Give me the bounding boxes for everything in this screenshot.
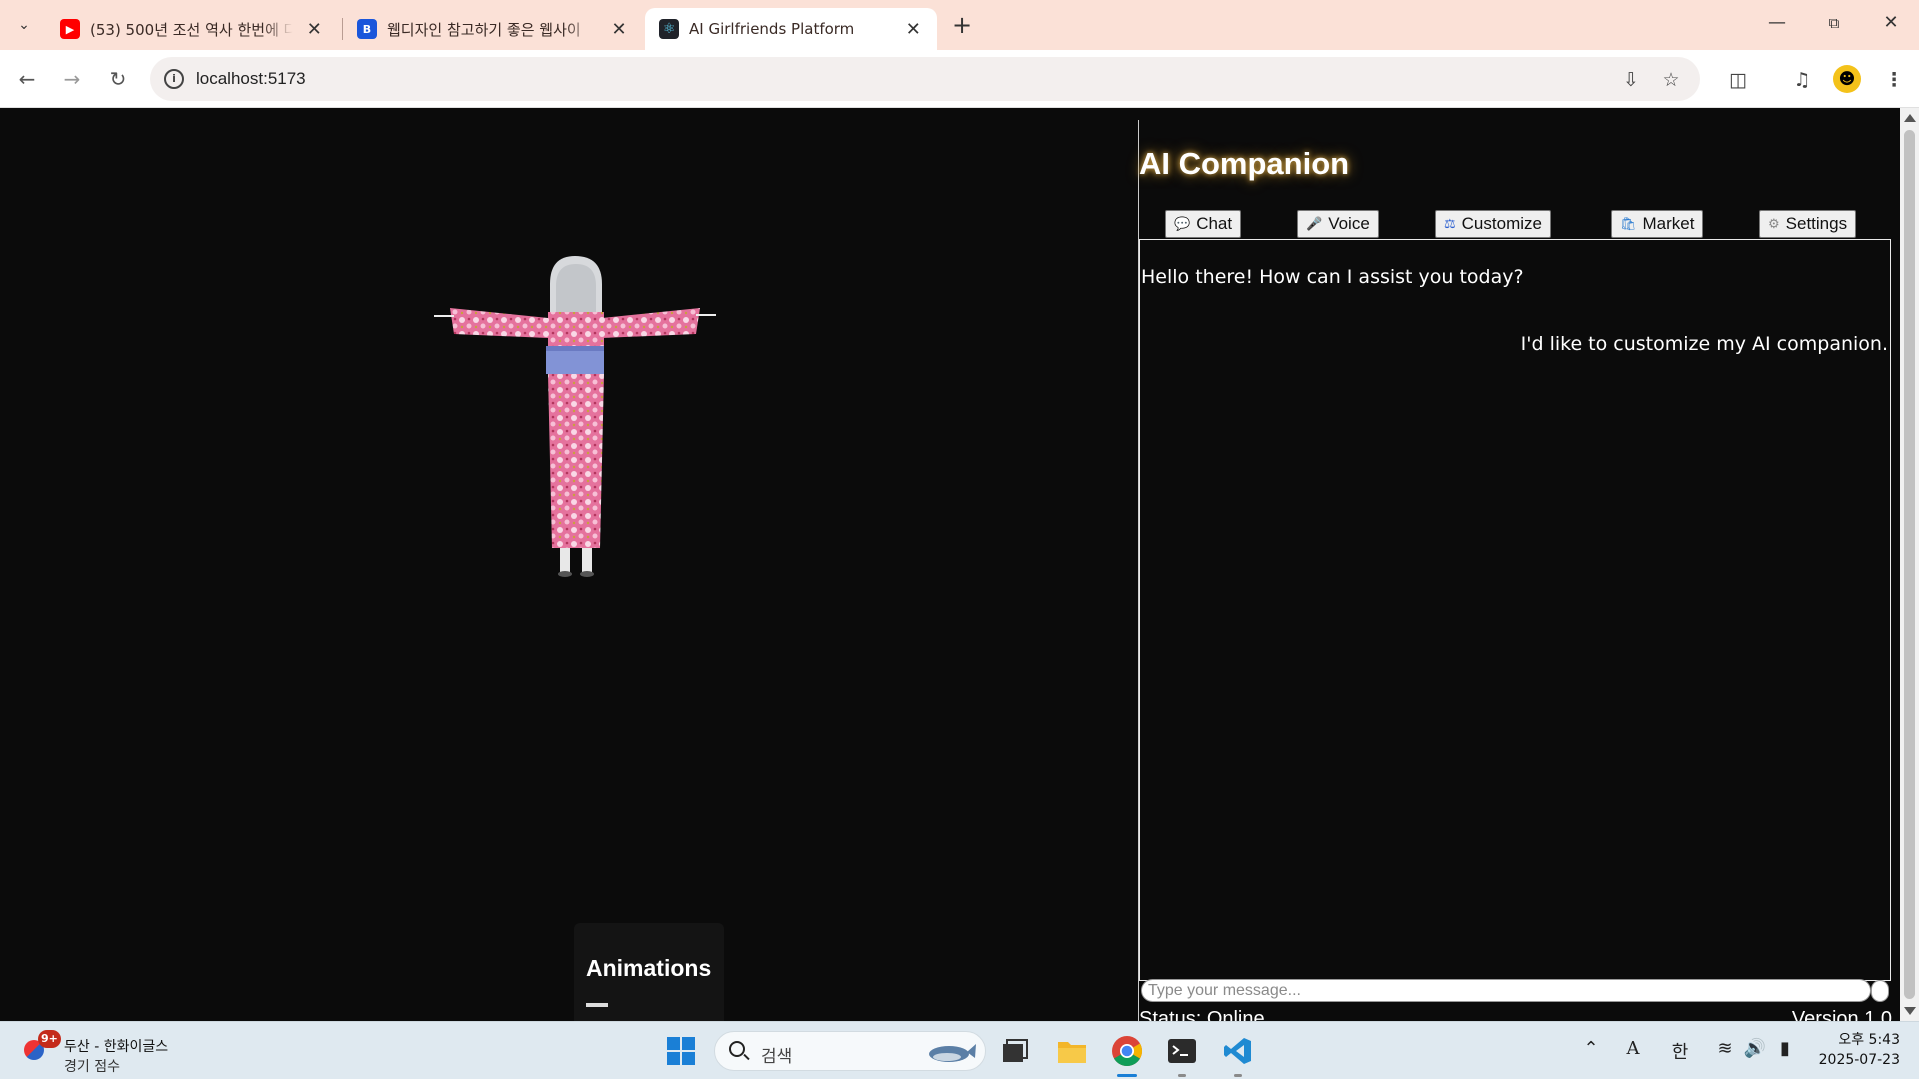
gear-icon: ⚙ <box>1768 216 1780 231</box>
page-scrollbar[interactable] <box>1900 108 1919 1021</box>
speech-bubble-icon: 💬 <box>1174 216 1191 231</box>
status-bar: Status: Online Version 1.0 <box>1139 1008 1892 1021</box>
customize-button[interactable]: ⚖ Customize <box>1435 210 1551 238</box>
extensions-puzzle-icon[interactable]: ◫ <box>1724 66 1752 94</box>
tab-title: (53) 500년 조선 역사 한번에 다 <box>90 20 293 39</box>
scroll-up-arrow-icon[interactable] <box>1904 114 1916 122</box>
chat-window[interactable]: Hello there! How can I assist you today?… <box>1139 239 1891 981</box>
file-explorer-icon[interactable] <box>1055 1034 1089 1068</box>
address-bar[interactable]: i localhost:5173 ⇩ ☆ <box>150 57 1700 101</box>
system-clock[interactable]: 오후 5:43 2025-07-23 <box>1810 1030 1900 1070</box>
close-tab-icon[interactable]: ✕ <box>609 19 629 40</box>
browser-tab-strip: ⌄ ▶ (53) 500년 조선 역사 한번에 다 ✕ B 웹디자인 참고하기 … <box>0 0 1919 50</box>
clock-date: 2025-07-23 <box>1818 1052 1900 1068</box>
notification-badge: 9+ <box>38 1030 61 1048</box>
ime-language-indicator[interactable]: 한 <box>1667 1038 1693 1064</box>
version-text: Version 1.0 <box>1791 1008 1892 1021</box>
taskbar-search[interactable]: 검색 <box>714 1031 986 1071</box>
tab-ai-girlfriends[interactable]: ⚛ AI Girlfriends Platform ✕ <box>645 8 937 50</box>
scroll-thumb[interactable] <box>1904 130 1915 999</box>
customize-button-label: Customize <box>1461 214 1542 233</box>
show-hidden-icons-chevron-icon[interactable]: ⌃ <box>1578 1038 1604 1059</box>
vscode-icon[interactable] <box>1221 1034 1255 1068</box>
bookmark-star-icon[interactable]: ☆ <box>1658 67 1684 93</box>
voice-button[interactable]: 🎤 Voice <box>1297 210 1379 238</box>
vscode-running-indicator <box>1234 1074 1242 1077</box>
volume-icon[interactable]: 🔊 <box>1742 1038 1768 1059</box>
widget-subtitle: 경기 점수 <box>64 1059 120 1075</box>
url-text[interactable]: localhost:5173 <box>196 69 306 89</box>
chat-button[interactable]: 💬 Chat <box>1165 210 1242 238</box>
more-menu-icon[interactable]: ⋮ <box>1880 66 1908 94</box>
chat-button-label: Chat <box>1196 214 1233 233</box>
forward-arrow-icon[interactable]: → <box>57 64 87 94</box>
battery-icon[interactable]: ▮ <box>1772 1038 1798 1059</box>
flask-icon: ⚖ <box>1444 216 1456 231</box>
windows-start-icon[interactable] <box>664 1034 698 1068</box>
youtube-icon: ▶ <box>60 19 80 39</box>
page-viewport: Animations AI Companion 💬 Chat 🎤 Voice ⚖… <box>0 108 1919 1021</box>
site-info-icon[interactable]: i <box>164 69 184 89</box>
task-view-icon[interactable] <box>998 1034 1032 1068</box>
whale-illustration-icon <box>929 1044 976 1062</box>
animations-heading: Animations <box>586 955 712 981</box>
settings-button-label: Settings <box>1785 214 1848 233</box>
3d-character-model[interactable] <box>430 246 730 586</box>
windows-taskbar: 9+ 두산 - 한화이글스 경기 점수 검색 ⌃ A 한 ≋ 🔊 ▮ 오후 5:… <box>0 1021 1919 1079</box>
browser-toolbar: ← → ↻ i localhost:5173 ⇩ ☆ ◫ ♫ ☻ ⋮ <box>0 50 1919 108</box>
scroll-down-arrow-icon[interactable] <box>1904 1007 1916 1015</box>
status-text: Status: Online <box>1139 1008 1265 1021</box>
tab-search-chevron-icon[interactable]: ⌄ <box>10 12 38 38</box>
tab-title: AI Girlfriends Platform <box>689 20 855 38</box>
animation-option[interactable] <box>586 1003 608 1007</box>
user-message: I'd like to customize my AI companion. <box>1520 333 1888 355</box>
wifi-icon[interactable]: ≋ <box>1712 1038 1738 1059</box>
react-icon: ⚛ <box>659 19 679 39</box>
search-icon <box>729 1041 745 1057</box>
minimize-icon[interactable]: — <box>1754 8 1800 38</box>
install-app-icon[interactable]: ⇩ <box>1618 67 1644 93</box>
chrome-icon[interactable] <box>1110 1034 1144 1068</box>
close-tab-icon[interactable]: ✕ <box>305 19 324 40</box>
close-window-icon[interactable]: ✕ <box>1868 8 1914 38</box>
animations-panel: Animations <box>574 923 724 1021</box>
clock-time: 오후 5:43 <box>1838 1032 1900 1048</box>
search-placeholder: 검색 <box>761 1047 793 1067</box>
tab-youtube[interactable]: ▶ (53) 500년 조선 역사 한번에 다 ✕ <box>46 8 338 50</box>
restore-icon[interactable]: ⧉ <box>1811 8 1857 38</box>
widget-headline: 두산 - 한화이글스 <box>64 1039 169 1055</box>
settings-button[interactable]: ⚙ Settings <box>1759 210 1857 238</box>
tab-title: 웹디자인 참고하기 좋은 웹사이 <box>387 20 581 39</box>
reload-icon[interactable]: ↻ <box>103 64 133 94</box>
ai-message: Hello there! How can I assist you today? <box>1141 266 1524 288</box>
new-tab-plus-icon[interactable]: + <box>948 12 976 40</box>
media-control-icon[interactable]: ♫ <box>1788 66 1816 94</box>
shopping-bag-icon: 🛍 <box>1620 216 1637 231</box>
market-button[interactable]: 🛍 Market <box>1611 210 1704 238</box>
voice-button-label: Voice <box>1328 214 1370 233</box>
back-arrow-icon[interactable]: ← <box>12 64 42 94</box>
ime-font-indicator[interactable]: A <box>1620 1038 1646 1059</box>
chrome-active-indicator <box>1117 1074 1137 1077</box>
terminal-icon[interactable] <box>1165 1034 1199 1068</box>
tab-webdesign[interactable]: B 웹디자인 참고하기 좋은 웹사이 ✕ <box>343 8 643 50</box>
app-title: AI Companion <box>1139 146 1350 181</box>
terminal-running-indicator <box>1178 1074 1186 1077</box>
profile-avatar[interactable]: ☻ <box>1833 65 1861 93</box>
microphone-icon: 🎤 <box>1306 216 1323 231</box>
b-icon: B <box>357 19 377 39</box>
send-button[interactable] <box>1871 980 1889 1002</box>
market-button-label: Market <box>1642 214 1695 233</box>
message-input[interactable] <box>1141 979 1871 1002</box>
close-tab-icon[interactable]: ✕ <box>904 19 923 40</box>
